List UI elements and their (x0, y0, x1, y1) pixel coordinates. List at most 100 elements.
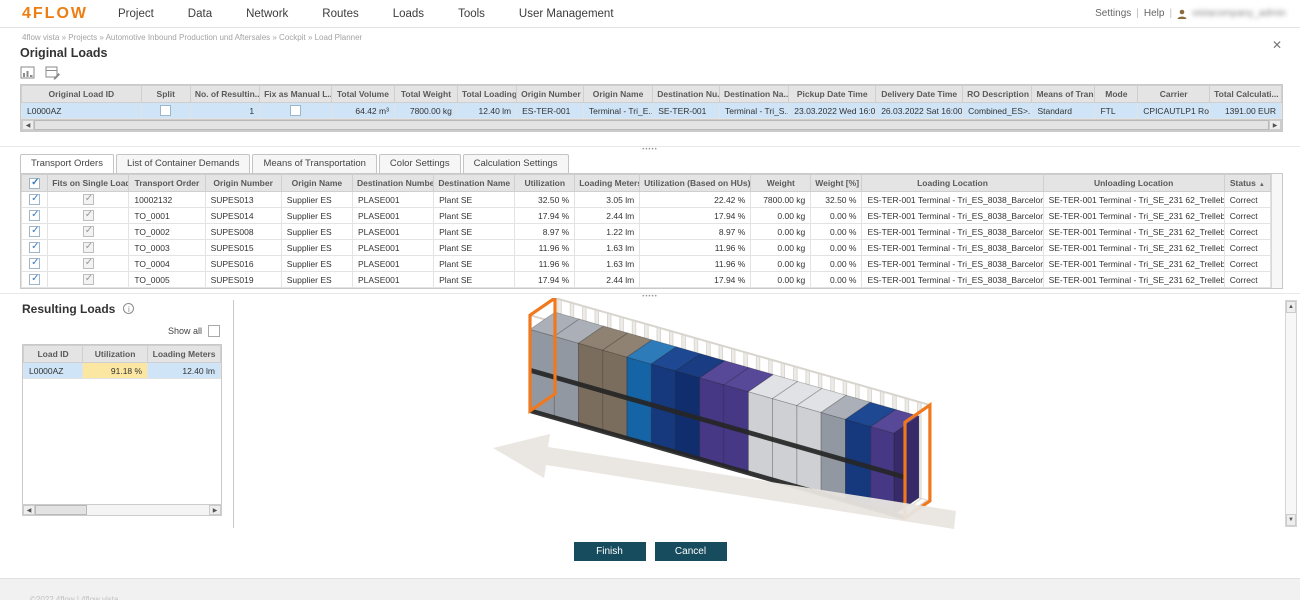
column-header[interactable]: Pickup Date Time (789, 86, 876, 103)
column-header[interactable]: Mode (1095, 86, 1138, 103)
column-header[interactable]: Origin Number (517, 86, 584, 103)
row-checkbox[interactable] (29, 194, 40, 205)
nav-item-network[interactable]: Network (246, 8, 288, 20)
load-3d-viewer[interactable] (235, 298, 1240, 530)
row-checkbox[interactable] (83, 242, 94, 253)
column-header[interactable]: Unloading Location (1043, 175, 1224, 192)
scroll-right-arrow[interactable]: ▶ (209, 505, 221, 515)
column-header[interactable]: Destination Na... (719, 86, 788, 103)
resulting-load-row[interactable]: L0000AZ 91.18 % 12.40 lm (24, 363, 221, 379)
nav-item-user-management[interactable]: User Management (519, 8, 614, 20)
scroll-right-arrow[interactable]: ▶ (1269, 120, 1281, 130)
close-icon[interactable]: ✕ (1272, 40, 1282, 50)
row-checkbox[interactable] (29, 274, 40, 285)
nav-item-data[interactable]: Data (188, 8, 212, 20)
transport-order-row[interactable]: TO_0005SUPES019Supplier ESPLASE001Plant … (22, 272, 1271, 288)
settings-link[interactable]: Settings (1095, 8, 1131, 19)
scroll-up-arrow[interactable]: ▲ (1286, 301, 1296, 313)
column-header[interactable]: Origin Name (281, 175, 352, 192)
breadcrumb[interactable]: 4flow vista » Projects » Automotive Inbo… (22, 33, 362, 42)
table-layout-icon[interactable] (20, 66, 36, 80)
column-header[interactable]: Total Weight (394, 86, 457, 103)
column-header[interactable]: Origin Name (583, 86, 652, 103)
transport-order-row[interactable]: 10002132SUPES013Supplier ESPLASE001Plant… (22, 192, 1271, 208)
row-checkbox[interactable] (290, 105, 301, 116)
row-checkbox[interactable] (29, 226, 40, 237)
scroll-thumb[interactable] (35, 505, 87, 515)
column-header[interactable]: Original Load ID (22, 86, 142, 103)
column-header[interactable]: Destination Number (352, 175, 433, 192)
column-header[interactable]: Delivery Date Time (876, 86, 963, 103)
row-checkbox[interactable] (83, 194, 94, 205)
viewer-vscrollbar[interactable]: ▲ ▼ (1285, 300, 1297, 527)
transport-order-row[interactable]: TO_0004SUPES016Supplier ESPLASE001Plant … (22, 256, 1271, 272)
column-header[interactable]: Fix as Manual L... (260, 86, 332, 103)
column-header[interactable]: Weight [%] (811, 175, 862, 192)
column-header[interactable]: Means of Trans... (1032, 86, 1095, 103)
transport-order-row[interactable]: TO_0001SUPES014Supplier ESPLASE001Plant … (22, 208, 1271, 224)
nav-item-tools[interactable]: Tools (458, 8, 485, 20)
column-header[interactable]: Weight (751, 175, 811, 192)
column-header[interactable]: Utilization (83, 346, 148, 363)
username-label[interactable]: vistacompany_admin (1192, 8, 1286, 19)
help-link[interactable]: Help (1144, 8, 1165, 19)
scroll-left-arrow[interactable]: ◀ (22, 120, 34, 130)
column-header[interactable]: Destination Name (434, 175, 515, 192)
row-checkbox[interactable] (83, 258, 94, 269)
resulting-loads-hscrollbar[interactable]: ◀ ▶ (22, 504, 222, 516)
row-checkbox[interactable] (83, 226, 94, 237)
column-header[interactable]: Carrier (1138, 86, 1210, 103)
finish-button[interactable]: Finish (574, 542, 646, 561)
column-header[interactable]: Total Calculati... (1210, 86, 1282, 103)
horizontal-splitter[interactable]: ••••• (0, 146, 1300, 153)
column-header[interactable]: Utilization (Based on HUs) [%] (640, 175, 751, 192)
sort-ascending-icon[interactable]: ▲ (1259, 182, 1265, 188)
transport-order-row[interactable]: TO_0002SUPES008Supplier ESPLASE001Plant … (22, 224, 1271, 240)
tab-means-of-transportation[interactable]: Means of Transportation (252, 154, 376, 173)
column-header[interactable]: RO Description (963, 86, 1032, 103)
scroll-track[interactable] (87, 505, 209, 515)
column-header[interactable]: Utilization (515, 175, 575, 192)
row-checkbox[interactable] (83, 274, 94, 285)
show-all-checkbox[interactable] (208, 325, 220, 337)
row-checkbox[interactable] (29, 210, 40, 221)
row-checkbox[interactable] (29, 242, 40, 253)
tab-list-of-container-demands[interactable]: List of Container Demands (116, 154, 250, 173)
row-checkbox[interactable] (29, 178, 40, 189)
row-checkbox[interactable] (83, 210, 94, 221)
nav-item-routes[interactable]: Routes (322, 8, 358, 20)
nav-item-loads[interactable]: Loads (393, 8, 424, 20)
transport-order-row[interactable]: TO_0003SUPES015Supplier ESPLASE001Plant … (22, 240, 1271, 256)
column-header[interactable]: Loading Meters (148, 346, 221, 363)
cancel-button[interactable]: Cancel (655, 542, 727, 561)
original-loads-hscrollbar[interactable]: ◀ ▶ (21, 119, 1282, 131)
scroll-down-arrow[interactable]: ▼ (1286, 514, 1296, 526)
row-checkbox[interactable] (160, 105, 171, 116)
column-header[interactable]: Fits on Single Load (48, 175, 129, 192)
row-checkbox[interactable] (29, 258, 40, 269)
column-header[interactable]: Loading Meters (575, 175, 640, 192)
column-header[interactable]: Transport Order (129, 175, 205, 192)
column-header[interactable]: Total Volume (331, 86, 394, 103)
nav-item-project[interactable]: Project (118, 8, 154, 20)
vertical-splitter[interactable] (233, 300, 234, 528)
original-load-row[interactable]: L0000AZ164.42 m³7800.00 kg12.40 lmES-TER… (22, 103, 1282, 119)
cell: 0.00 kg (751, 256, 811, 272)
column-header[interactable]: Split (141, 86, 190, 103)
tab-transport-orders[interactable]: Transport Orders (20, 154, 114, 173)
tab-color-settings[interactable]: Color Settings (379, 154, 461, 173)
cell: 11.96 % (640, 240, 751, 256)
tab-calculation-settings[interactable]: Calculation Settings (463, 154, 569, 173)
column-header[interactable]: Loading Location (862, 175, 1043, 192)
column-header[interactable]: Load ID (24, 346, 83, 363)
column-header[interactable]: No. of Resultin... (190, 86, 259, 103)
column-header[interactable]: Destination Nu... (653, 86, 720, 103)
table-edit-icon[interactable] (45, 66, 61, 80)
scroll-thumb[interactable] (34, 120, 1269, 130)
info-icon[interactable]: i (123, 303, 134, 314)
column-header[interactable]: Status▲ (1224, 175, 1270, 192)
scroll-left-arrow[interactable]: ◀ (23, 505, 35, 515)
column-header[interactable]: Origin Number (205, 175, 281, 192)
column-header[interactable]: Total Loading ... (457, 86, 516, 103)
transport-orders-vscrollbar[interactable] (1271, 174, 1282, 288)
